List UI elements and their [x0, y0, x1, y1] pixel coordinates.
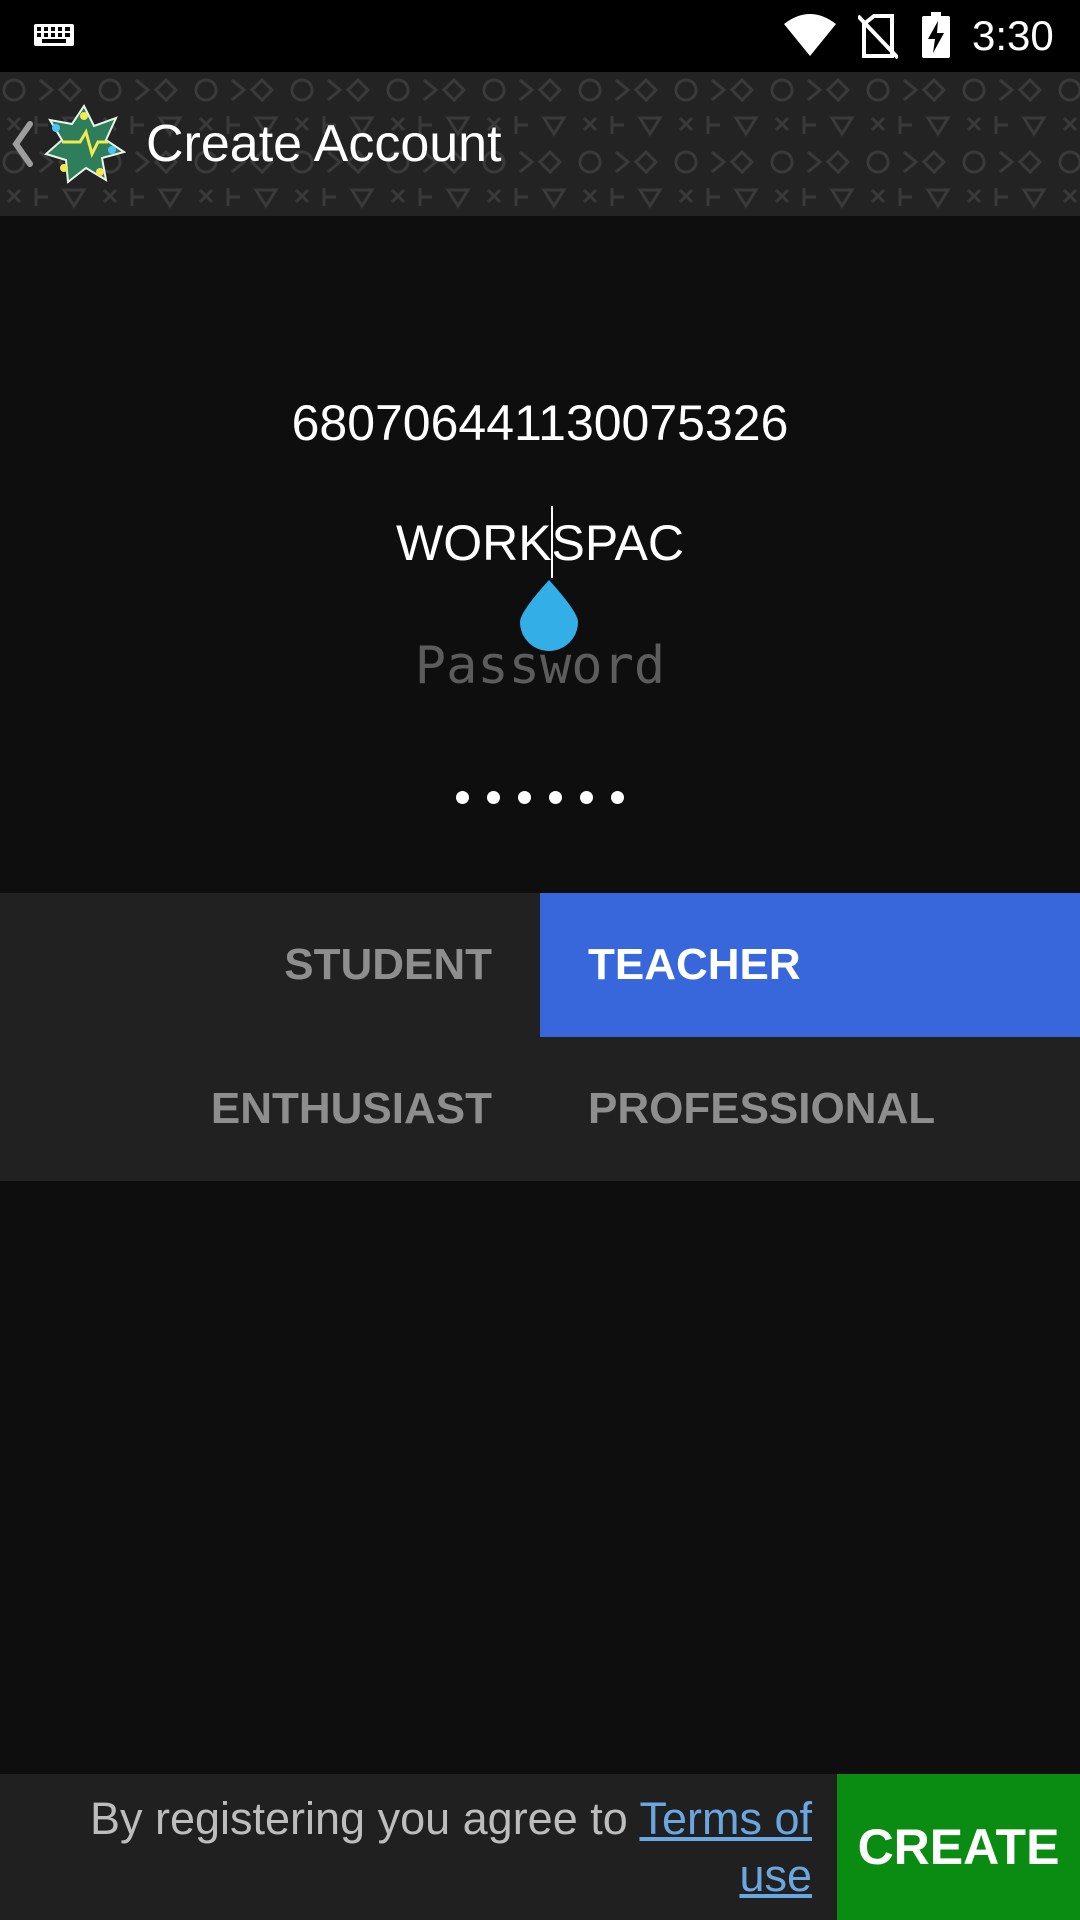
- password-dot: [487, 791, 500, 804]
- wifi-icon: [784, 14, 836, 56]
- role-professional[interactable]: PROFESSIONAL: [540, 1037, 1080, 1181]
- app-logo-icon: [43, 104, 126, 184]
- role-selector: STUDENT TEACHER ENTHUSIAST PROFESSIONAL: [0, 893, 1080, 1181]
- terms-notice: By registering you agree to Terms of use: [30, 1790, 812, 1904]
- back-navigation[interactable]: Create Account: [0, 72, 520, 216]
- account-id-field[interactable]: 680706441130075326: [0, 392, 1080, 454]
- workspace-field[interactable]: WORKSPAC: [0, 506, 1080, 578]
- password-dot: [580, 791, 593, 804]
- status-bar: 3:30: [0, 0, 1080, 72]
- page-title: Create Account: [146, 115, 502, 173]
- bottom-bar: By registering you agree to Terms of use…: [0, 1774, 1080, 1920]
- password-dot: [456, 791, 469, 804]
- status-time: 3:30: [972, 12, 1054, 59]
- keyboard-icon: [34, 24, 74, 46]
- role-enthusiast[interactable]: ENTHUSIAST: [0, 1037, 540, 1181]
- screen: 3:30 Create Account 680706441130075326 W…: [0, 0, 1080, 1920]
- role-student[interactable]: STUDENT: [0, 893, 540, 1037]
- account-id-value: 680706441130075326: [291, 395, 789, 451]
- role-label: STUDENT: [284, 940, 492, 989]
- create-button[interactable]: CREATE: [837, 1774, 1080, 1920]
- chevron-left-icon: [12, 121, 33, 167]
- password-dot: [518, 791, 531, 804]
- app-bar: Create Account: [0, 72, 1080, 216]
- battery-charging-icon: [922, 12, 950, 58]
- terms-prefix: By registering you agree to: [89, 1793, 640, 1844]
- password-dot: [549, 791, 562, 804]
- password-dots: [456, 791, 624, 804]
- password-placeholder: Password: [414, 636, 666, 696]
- role-teacher[interactable]: TEACHER: [540, 893, 1080, 1037]
- password-dot: [611, 791, 624, 804]
- text-cursor: [551, 506, 553, 578]
- role-label: ENTHUSIAST: [210, 1084, 492, 1133]
- workspace-text-wrap: WORKSPAC: [396, 506, 684, 578]
- terms-of-use-link[interactable]: Terms of use: [639, 1793, 812, 1901]
- no-sim-icon: [858, 14, 898, 60]
- role-label: PROFESSIONAL: [588, 1084, 936, 1133]
- role-label: TEACHER: [588, 940, 801, 989]
- password-confirm-field[interactable]: [0, 762, 1080, 812]
- workspace-value: WORKSPAC: [396, 515, 684, 571]
- password-field[interactable]: Password: [0, 634, 1080, 698]
